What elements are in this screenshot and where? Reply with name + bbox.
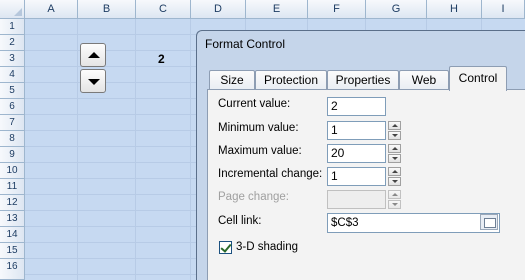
minimum-value-spinner[interactable] xyxy=(388,121,401,140)
row-header-12[interactable]: 12 xyxy=(0,195,25,211)
cell-link-label: Cell link: xyxy=(218,215,262,227)
minimum-value-label: Minimum value: xyxy=(218,122,299,134)
tab-control[interactable]: Control xyxy=(449,66,507,91)
row-header-4[interactable]: 4 xyxy=(0,67,25,83)
column-header-b[interactable]: B xyxy=(78,0,136,19)
cell-link-input[interactable]: $C$3 xyxy=(327,213,500,233)
column-header-e[interactable]: E xyxy=(246,0,308,19)
tab-size[interactable]: Size xyxy=(209,70,255,90)
current-value-input[interactable]: 2 xyxy=(327,97,386,116)
range-select-icon xyxy=(484,218,496,228)
row-header-8[interactable]: 8 xyxy=(0,131,25,147)
dialog-title: Format Control xyxy=(205,37,286,51)
maximum-value-input[interactable]: 20 xyxy=(327,144,386,163)
format-control-dialog: Format Control Size Protection Propertie… xyxy=(196,30,525,280)
tab-protection[interactable]: Protection xyxy=(255,70,327,90)
incremental-change-input[interactable]: 1 xyxy=(327,167,386,186)
row-header-13[interactable]: 13 xyxy=(0,211,25,227)
collapse-dialog-button[interactable] xyxy=(480,214,498,230)
spreadsheet: A B C D E F G H I 1 2 3 4 5 6 7 8 9 10 1… xyxy=(0,0,525,280)
row-header-6[interactable]: 6 xyxy=(0,99,25,115)
row-header-2[interactable]: 2 xyxy=(0,35,25,51)
page-change-label: Page change: xyxy=(218,191,289,203)
arrow-up-icon xyxy=(88,52,100,58)
tab-properties[interactable]: Properties xyxy=(327,70,399,90)
incremental-change-label: Incremental change: xyxy=(218,168,323,180)
column-header-c[interactable]: C xyxy=(136,0,191,19)
row-header-5[interactable]: 5 xyxy=(0,83,25,99)
3d-shading-label[interactable]: 3-D shading xyxy=(236,241,298,253)
row-header-1[interactable]: 1 xyxy=(0,19,25,35)
page-change-spinner xyxy=(388,190,401,209)
spin-up-button[interactable] xyxy=(80,43,106,67)
arrow-down-icon xyxy=(88,79,100,85)
row-header-16[interactable]: 16 xyxy=(0,259,25,280)
column-header-i[interactable]: I xyxy=(482,0,525,19)
column-header-g[interactable]: G xyxy=(366,0,427,19)
row-header-11[interactable]: 11 xyxy=(0,179,25,195)
row-header-15[interactable]: 15 xyxy=(0,243,25,259)
column-header-a[interactable]: A xyxy=(25,0,78,19)
current-value-label: Current value: xyxy=(218,98,291,110)
incremental-change-spinner[interactable] xyxy=(388,167,401,186)
sheet-spin-button[interactable] xyxy=(80,43,106,93)
maximum-value-spinner[interactable] xyxy=(388,144,401,163)
minimum-value-input[interactable]: 1 xyxy=(327,121,386,140)
row-header-9[interactable]: 9 xyxy=(0,147,25,163)
spin-down-button[interactable] xyxy=(80,69,106,93)
control-tab-panel: Current value: 2 Minimum value: 1 Maximu… xyxy=(207,89,525,280)
3d-shading-checkbox[interactable] xyxy=(219,241,232,254)
page-change-input xyxy=(327,190,386,209)
cell-c3-value[interactable]: 2 xyxy=(158,52,165,66)
column-header-f[interactable]: F xyxy=(308,0,366,19)
select-all-corner[interactable] xyxy=(0,0,25,19)
column-header-d[interactable]: D xyxy=(191,0,246,19)
row-header-3[interactable]: 3 xyxy=(0,51,25,67)
row-header-10[interactable]: 10 xyxy=(0,163,25,179)
row-header-7[interactable]: 7 xyxy=(0,115,25,131)
maximum-value-label: Maximum value: xyxy=(218,145,302,157)
tab-web[interactable]: Web xyxy=(399,70,449,90)
row-header-14[interactable]: 14 xyxy=(0,227,25,243)
column-header-h[interactable]: H xyxy=(427,0,482,19)
